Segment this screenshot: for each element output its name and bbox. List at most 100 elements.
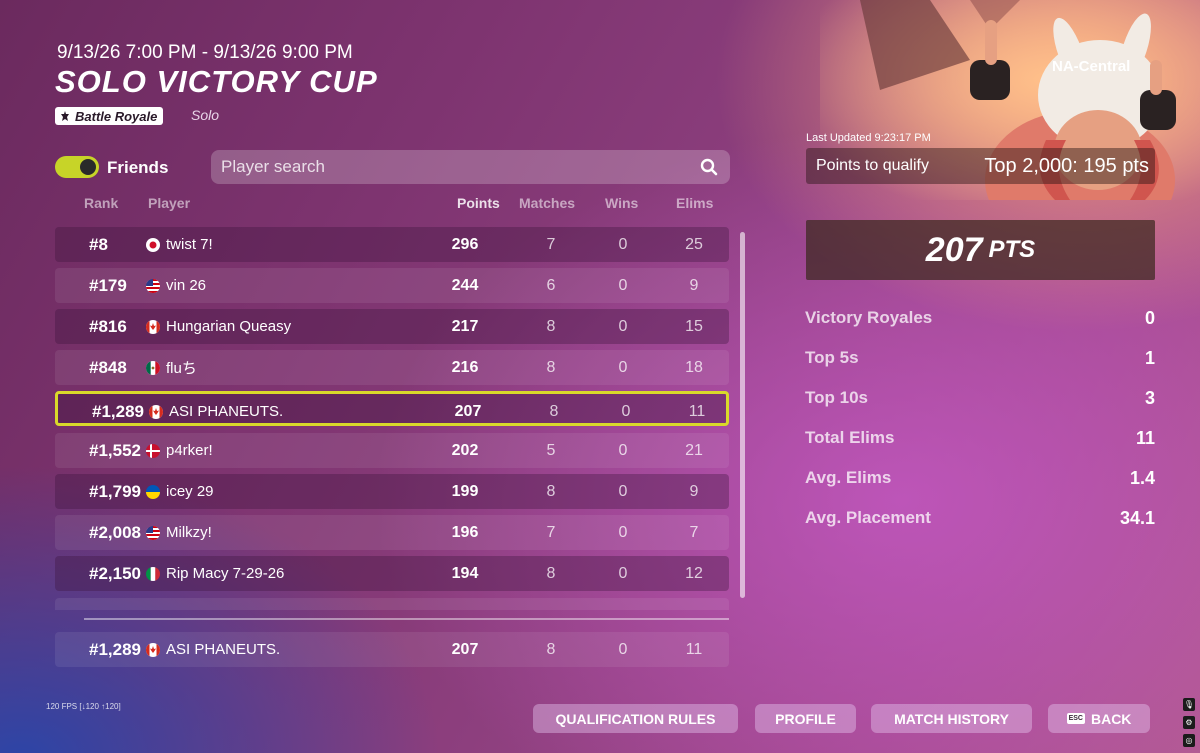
player-name-cell: ASI PHANEUTS. xyxy=(166,641,281,658)
flag-mexico-icon xyxy=(146,350,160,385)
total-points-value: 207 xyxy=(925,230,983,269)
event-title: SOLO VICTORY CUP xyxy=(55,64,378,99)
flag-denmark-icon xyxy=(146,433,160,468)
region-label: NA-Central xyxy=(1052,58,1131,75)
rank-cell: #1,552 xyxy=(89,440,141,460)
stat-value: 34.1 xyxy=(1119,508,1155,528)
stat-label: Avg. Placement xyxy=(805,508,931,527)
matches-cell: 8 xyxy=(546,482,556,500)
wins-cell: 0 xyxy=(618,317,628,335)
match-history-button[interactable]: MATCH HISTORY xyxy=(871,704,1032,733)
total-points-unit: PTS xyxy=(988,236,1036,263)
wins-cell: 0 xyxy=(618,358,628,376)
points-cell: 207 xyxy=(454,402,482,420)
points-cell: 196 xyxy=(451,523,479,541)
wins-cell: 0 xyxy=(618,441,628,459)
event-date-range: 9/13/26 7:00 PM - 9/13/26 9:00 PM xyxy=(57,42,353,63)
wins-cell: 0 xyxy=(621,402,631,420)
elims-cell: 18 xyxy=(685,358,703,376)
player-search-box[interactable] xyxy=(211,150,730,184)
self-divider xyxy=(84,618,729,620)
leaderboard-row[interactable]: #1,799 icey 29 199 8 0 9 xyxy=(55,474,729,509)
search-icon[interactable] xyxy=(700,158,718,176)
wins-cell: 0 xyxy=(618,482,628,500)
flag-usa-icon xyxy=(146,268,160,303)
points-cell: 207 xyxy=(451,640,479,658)
rank-cell: #1,799 xyxy=(89,481,141,501)
total-points-box: 207 PTS xyxy=(806,220,1155,280)
microphone-icon[interactable]: 🎙 xyxy=(1183,698,1195,711)
elims-cell: 15 xyxy=(685,317,703,335)
wins-cell: 0 xyxy=(618,640,628,658)
back-label: BACK xyxy=(1090,710,1132,727)
matches-cell: 8 xyxy=(546,564,556,582)
mode-sub-label: Solo xyxy=(191,107,220,123)
elims-cell: 11 xyxy=(688,402,706,420)
elims-cell: 9 xyxy=(689,482,699,500)
notification-icon[interactable]: ◎ xyxy=(1183,734,1195,747)
toggle-knob xyxy=(80,159,96,175)
rank-cell: #8 xyxy=(89,234,108,254)
player-name-cell: Rip Macy 7-29-26 xyxy=(166,565,285,582)
rank-cell: #1,289 xyxy=(92,401,144,421)
back-button[interactable]: ESC BACK xyxy=(1048,704,1150,733)
elims-cell: 25 xyxy=(685,235,703,253)
last-updated: Last Updated 9:23:17 PM xyxy=(806,132,931,144)
points-cell: 216 xyxy=(451,358,479,376)
leaderboard-row[interactable]: #179 vin 26 244 6 0 9 xyxy=(55,268,729,303)
player-name-cell: p4rker! xyxy=(166,442,213,459)
qualify-value: Top 2,000: 195 pts xyxy=(984,155,1149,177)
battle-royale-icon xyxy=(61,111,69,121)
points-cell: 296 xyxy=(451,235,479,253)
player-search-input[interactable] xyxy=(221,150,691,184)
self-row[interactable]: #1,289 ASI PHANEUTS. 207 8 0 11 xyxy=(55,632,729,667)
wins-cell: 0 xyxy=(618,235,628,253)
flag-japan-icon xyxy=(146,227,160,262)
player-name-cell: Milkzy! xyxy=(166,524,212,541)
elims-cell: 12 xyxy=(685,564,703,582)
points-cell: 244 xyxy=(451,276,479,294)
friends-label: Friends xyxy=(107,158,169,177)
stat-value: 11 xyxy=(1135,428,1155,448)
friends-toggle[interactable] xyxy=(55,156,99,178)
mode-badge: Battle Royale xyxy=(55,107,164,125)
mode-label: Battle Royale xyxy=(75,108,158,124)
stat-label: Victory Royales xyxy=(805,308,933,327)
stat-value: 1.4 xyxy=(1129,468,1155,488)
stat-value: 3 xyxy=(1144,388,1155,408)
profile-button[interactable]: PROFILE xyxy=(755,704,856,733)
matches-cell: 8 xyxy=(549,402,559,420)
matches-cell: 8 xyxy=(546,640,556,658)
leaderboard-row[interactable]: #816 Hungarian Queasy 217 8 0 15 xyxy=(55,309,729,344)
stat-label: Top 10s xyxy=(805,388,868,407)
points-cell: 194 xyxy=(451,564,479,582)
column-header-points: Points xyxy=(457,195,500,211)
side-icons: 🎙 ⚙ ◎ xyxy=(1183,698,1195,747)
leaderboard-row[interactable]: #848 fluち 216 8 0 18 xyxy=(55,350,729,385)
leaderboard-row[interactable]: #8 twist 7! 296 7 0 25 xyxy=(55,227,729,262)
scrollbar-thumb[interactable] xyxy=(740,232,745,598)
flag-canada-icon xyxy=(149,394,163,429)
wins-cell: 0 xyxy=(618,564,628,582)
column-header-elims: Elims xyxy=(676,195,714,211)
qualification-rules-button[interactable]: QUALIFICATION RULES xyxy=(533,704,738,733)
settings-icon[interactable]: ⚙ xyxy=(1183,716,1195,729)
flag-ukraine-icon xyxy=(146,474,160,509)
leaderboard-row[interactable]: #2,008 Milkzy! 196 7 0 7 xyxy=(55,515,729,550)
flag-usa-icon xyxy=(146,515,160,550)
leaderboard-row[interactable]: #1,289 ASI PHANEUTS. 207 8 0 11 xyxy=(55,391,729,426)
flag-canada-icon xyxy=(146,632,160,667)
player-name-cell: twist 7! xyxy=(166,236,213,253)
rank-cell: #848 xyxy=(89,357,127,377)
points-to-qualify-box: Points to qualify Top 2,000: 195 pts xyxy=(806,148,1155,184)
leaderboard-row[interactable]: #2,150 Rip Macy 7-29-26 194 8 0 12 xyxy=(55,556,729,591)
stat-row: Victory Royales 0 xyxy=(805,308,1155,332)
rank-cell: #2,150 xyxy=(89,563,141,583)
elims-cell: 9 xyxy=(689,276,699,294)
column-header-wins: Wins xyxy=(605,195,639,211)
points-cell: 217 xyxy=(451,317,479,335)
player-name-cell: fluち xyxy=(166,360,197,377)
stat-row: Avg. Placement 34.1 xyxy=(805,508,1155,532)
qualify-label: Points to qualify xyxy=(816,157,929,174)
leaderboard-row[interactable]: #1,552 p4rker! 202 5 0 21 xyxy=(55,433,729,468)
